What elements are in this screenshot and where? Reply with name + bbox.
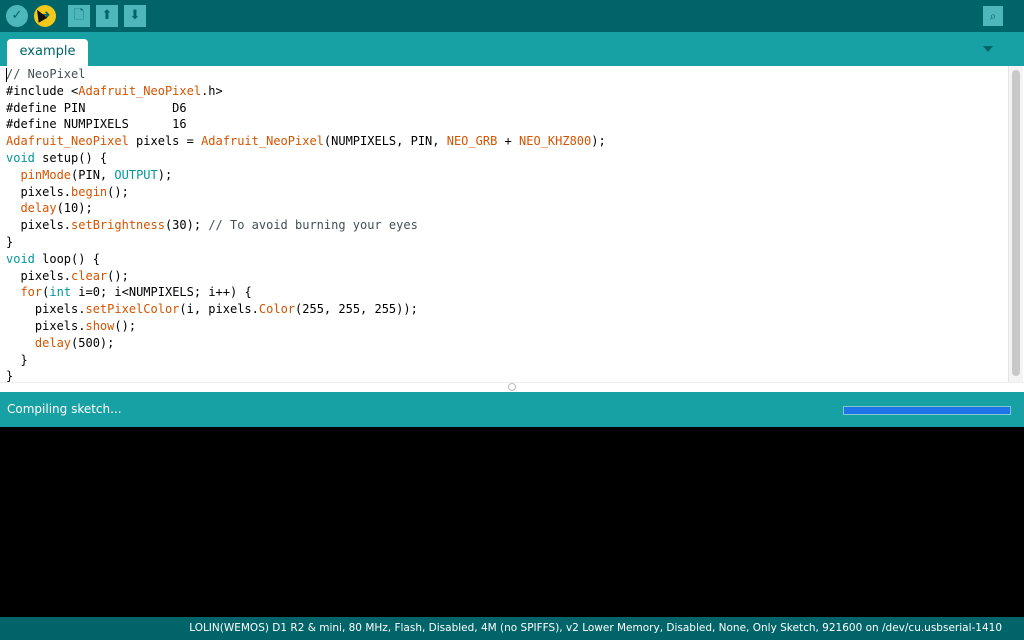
- console-output[interactable]: [0, 427, 1024, 617]
- save-button[interactable]: ⬇: [124, 5, 146, 27]
- tab-label: example: [19, 44, 76, 59]
- open-button[interactable]: ⬆: [96, 5, 118, 27]
- status-text: Compiling sketch...: [7, 402, 122, 416]
- code-line[interactable]: }: [6, 234, 606, 251]
- check-icon: ✓: [11, 8, 23, 23]
- toolbar: ✓ ➜ 🗋 ⬆ ⬇ ⌕: [0, 0, 1024, 32]
- vertical-scrollbar[interactable]: [1008, 66, 1023, 382]
- text-caret: [6, 68, 7, 82]
- tab-menu-chevron-down-icon[interactable]: [983, 46, 993, 52]
- code-line[interactable]: pixels.show();: [6, 318, 606, 335]
- code-line[interactable]: #define PIN D6: [6, 100, 606, 117]
- board-info: LOLIN(WEMOS) D1 R2 & mini, 80 MHz, Flash…: [189, 622, 1002, 634]
- code-line[interactable]: }: [6, 352, 606, 369]
- code-line[interactable]: #include <Adafruit_NeoPixel.h>: [6, 83, 606, 100]
- magnifier-icon: ⌕: [989, 9, 997, 23]
- status-bar: Compiling sketch...: [0, 392, 1024, 427]
- arrow-down-icon: ⬇: [129, 8, 141, 23]
- verify-button[interactable]: ✓: [6, 5, 28, 27]
- code-line[interactable]: void loop() {: [6, 251, 606, 268]
- code-line[interactable]: Adafruit_NeoPixel pixels = Adafruit_NeoP…: [6, 133, 606, 150]
- code-line[interactable]: // NeoPixel: [6, 66, 606, 83]
- tab-example[interactable]: example: [7, 39, 88, 66]
- arrow-up-icon: ⬆: [101, 8, 113, 23]
- code-line[interactable]: void setup() {: [6, 150, 606, 167]
- code-line[interactable]: #define NUMPIXELS 16: [6, 116, 606, 133]
- code-line[interactable]: for(int i=0; i<NUMPIXELS; i++) {: [6, 284, 606, 301]
- code-editor[interactable]: // NeoPixel #include <Adafruit_NeoPixel.h…: [0, 66, 1024, 392]
- new-button[interactable]: 🗋: [68, 5, 90, 27]
- code-line[interactable]: pixels.begin();: [6, 184, 606, 201]
- code-line[interactable]: pixels.clear();: [6, 268, 606, 285]
- code-line[interactable]: pixels.setPixelColor(i, pixels.Color(255…: [6, 301, 606, 318]
- code-line[interactable]: pinMode(PIN, OUTPUT);: [6, 167, 606, 184]
- code-text[interactable]: // NeoPixel #include <Adafruit_NeoPixel.h…: [6, 66, 606, 385]
- footer-bar: LOLIN(WEMOS) D1 R2 & mini, 80 MHz, Flash…: [0, 617, 1024, 640]
- code-line[interactable]: delay(10);: [6, 200, 606, 217]
- scrollbar-thumb[interactable]: [1012, 70, 1020, 376]
- tab-bar: example: [0, 32, 1024, 66]
- code-line[interactable]: delay(500);: [6, 335, 606, 352]
- serial-monitor-button[interactable]: ⌕: [983, 6, 1003, 26]
- splitter-handle[interactable]: [508, 383, 516, 391]
- document-icon: 🗋: [73, 8, 85, 23]
- progress-fill: [844, 407, 1010, 414]
- code-line[interactable]: pixels.setBrightness(30); // To avoid bu…: [6, 217, 606, 234]
- progress-bar: [843, 406, 1011, 415]
